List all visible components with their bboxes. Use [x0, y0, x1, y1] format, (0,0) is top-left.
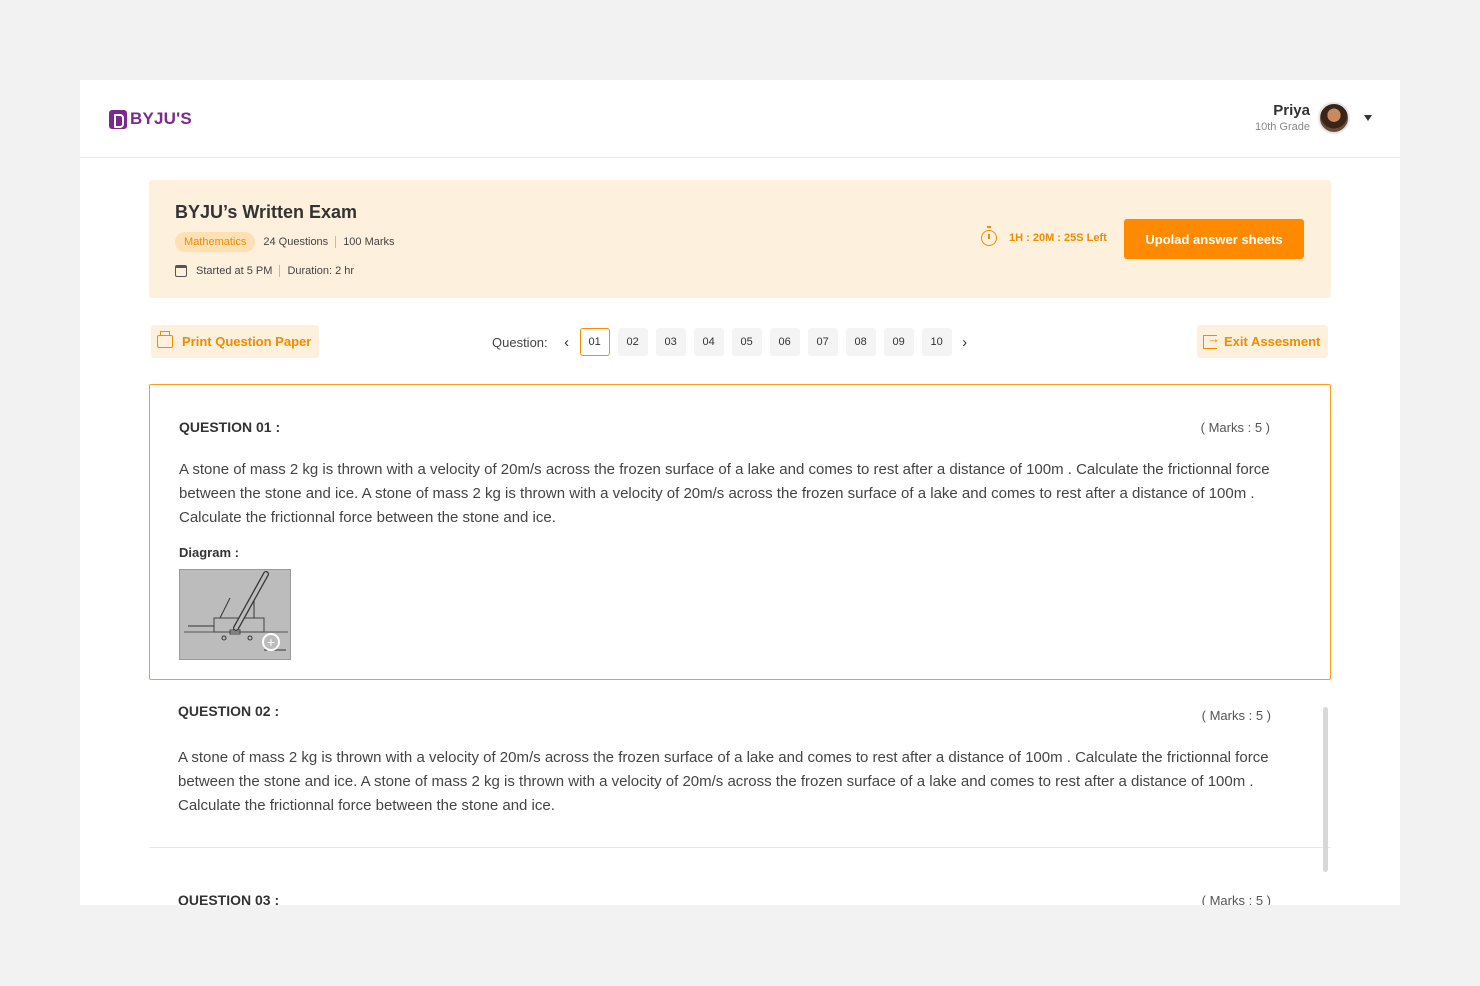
exam-banner: BYJU’s Written Exam Mathematics 24 Quest… [149, 180, 1331, 298]
question-number-button[interactable]: 04 [693, 328, 724, 356]
user-menu[interactable]: Priya 10th Grade [1255, 102, 1372, 134]
question-header: QUESTION 02 : ( Marks : 5 ) [178, 680, 1302, 724]
question-number-button[interactable]: 03 [655, 328, 686, 356]
avatar[interactable] [1318, 102, 1350, 134]
top-bar: BYJU'S Priya 10th Grade [80, 80, 1400, 158]
question-marks: ( Marks : 5 ) [1201, 892, 1271, 906]
question-navigator: Question: ‹ 01 02 03 04 05 06 07 08 09 1… [492, 328, 974, 356]
diagram-label: Diagram : [179, 545, 239, 560]
question-title: QUESTION 02 : [178, 702, 280, 719]
question-card[interactable]: QUESTION 03 : ( Marks : 5 ) [149, 848, 1331, 905]
time-left-text: 1H : 20M : 25S Left [1009, 232, 1107, 244]
question-header: QUESTION 01 : ( Marks : 5 ) [179, 385, 1301, 435]
question-number-button[interactable]: 07 [807, 328, 838, 356]
exam-meta: Mathematics 24 Questions 100 Marks [175, 232, 395, 252]
print-question-paper-button[interactable]: Print Question Paper [151, 325, 319, 358]
exam-schedule: Started at 5 PM Duration: 2 hr [175, 265, 354, 277]
chevron-left-icon[interactable]: ‹ [558, 334, 576, 351]
question-header: QUESTION 03 : ( Marks : 5 ) [178, 848, 1302, 905]
logo-icon [109, 109, 127, 129]
question-list[interactable]: QUESTION 01 : ( Marks : 5 ) A stone of m… [149, 384, 1331, 905]
scrollbar[interactable] [1323, 707, 1328, 872]
question-number-button[interactable]: 10 [921, 328, 952, 356]
exit-label: Exit Assesment [1224, 334, 1321, 349]
question-count: 24 Questions [263, 236, 329, 248]
chevron-right-icon[interactable]: › [956, 334, 974, 351]
byjus-logo[interactable]: BYJU'S [109, 109, 192, 129]
question-text: A stone of mass 2 kg is thrown with a ve… [179, 461, 1270, 526]
question-title: QUESTION 03 : [178, 892, 280, 905]
question-number-button[interactable]: 02 [617, 328, 648, 356]
time-left: 1H : 20M : 25S Left [981, 226, 1107, 246]
question-card[interactable]: QUESTION 01 : ( Marks : 5 ) A stone of m… [149, 384, 1331, 680]
start-time: Started at 5 PM [196, 265, 273, 277]
divider [279, 265, 281, 277]
question-nav-label: Question: [492, 334, 548, 350]
question-number-button[interactable]: 01 [579, 328, 610, 356]
duration: Duration: 2 hr [287, 265, 355, 277]
user-grade: 10th Grade [1254, 121, 1310, 133]
print-label: Print Question Paper [182, 334, 312, 349]
diagram-image[interactable]: + [179, 569, 291, 660]
exit-assessment-button[interactable]: Exit Assesment [1197, 325, 1328, 358]
question-number-button[interactable]: 05 [731, 328, 762, 356]
exit-icon [1203, 331, 1220, 349]
question-text: A stone of mass 2 kg is thrown with a ve… [178, 749, 1269, 814]
question-marks: ( Marks : 5 ) [1201, 708, 1271, 723]
user-name: Priya [1273, 102, 1310, 119]
upload-answer-sheets-button[interactable]: Upolad answer sheets [1124, 219, 1304, 259]
question-number-button[interactable]: 06 [769, 328, 800, 356]
zoom-in-icon[interactable]: + [262, 633, 280, 651]
user-meta: Priya 10th Grade [1255, 102, 1310, 134]
chevron-down-icon[interactable] [1364, 115, 1372, 121]
stopwatch-icon [981, 226, 997, 246]
printer-icon [157, 331, 173, 348]
question-number-button[interactable]: 09 [883, 328, 914, 356]
divider [335, 236, 337, 248]
total-marks: 100 Marks [343, 236, 395, 248]
app-frame: BYJU'S Priya 10th Grade BYJU’s Written E… [80, 80, 1400, 905]
exam-title: BYJU’s Written Exam [175, 202, 358, 222]
question-number-button[interactable]: 08 [845, 328, 876, 356]
subject-badge: Mathematics [175, 232, 256, 252]
question-card[interactable]: QUESTION 02 : ( Marks : 5 ) A stone of m… [149, 680, 1331, 848]
logo-text: BYJU'S [130, 109, 192, 128]
question-marks: ( Marks : 5 ) [1200, 419, 1270, 435]
question-title: QUESTION 01 : [179, 419, 281, 435]
calendar-icon [175, 265, 187, 277]
